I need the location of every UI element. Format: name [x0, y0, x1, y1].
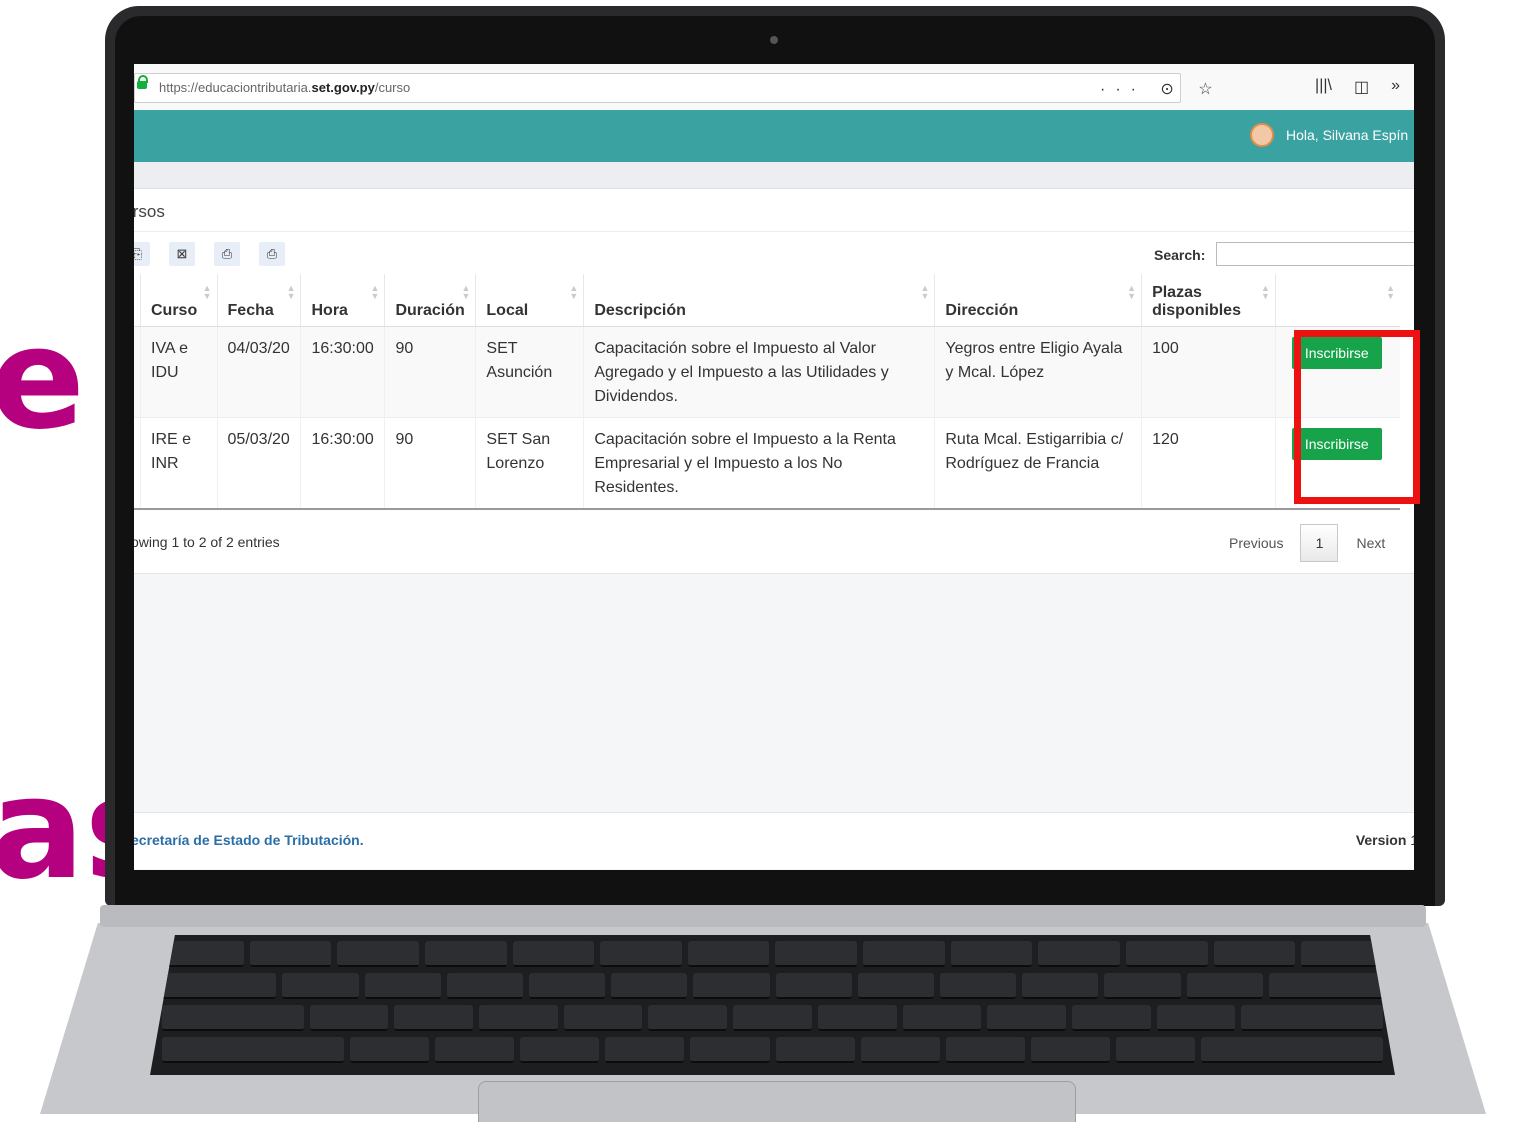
excel-export-button[interactable]: ⊠: [169, 242, 195, 266]
entries-info: owing 1 to 2 of 2 entries: [134, 534, 280, 550]
highlight-box: [1294, 330, 1420, 504]
keyboard: [150, 935, 1395, 1075]
browser-toolbar: https://educaciontributaria.set.gov.py/c…: [134, 64, 1414, 111]
column-header-plazas[interactable]: Plazas disponibles ▲ ▼: [1141, 274, 1276, 327]
excel-icon: ⊠: [176, 246, 188, 261]
table-header-row: Curso ▲ ▼ Fecha ▲ ▼ Hora ▲ ▼ Duración ▲ ▼ Local ▲…: [134, 274, 1400, 327]
copy-icon: ⎘: [134, 246, 143, 261]
column-header-action[interactable]: ▲ ▼: [1275, 274, 1400, 327]
fecha-cell: 04/03/20: [217, 326, 302, 418]
descripcion-cell: Capacitación sobre el Impuesto a la Rent…: [583, 417, 936, 510]
direccion-cell: Ruta Mcal. Estigarribia c/ Rodríguez de …: [934, 417, 1143, 510]
sidebar-icon[interactable]: ◫: [1354, 77, 1369, 97]
pdf-export-button[interactable]: ⎙: [214, 242, 240, 266]
descripcion-cell: Capacitación sobre el Impuesto al Valor …: [583, 326, 936, 418]
hora-cell: 16:30:00: [300, 326, 386, 418]
lock-icon: [137, 75, 148, 89]
footer-organization[interactable]: ecretaría de Estado de Tributación.: [134, 832, 364, 848]
previous-page-button[interactable]: Previous: [1229, 535, 1283, 551]
side-heading-fragment-1: e: [0, 298, 85, 461]
fecha-cell: 05/03/20: [217, 417, 302, 510]
footer: ecretaría de Estado de Tributación. Vers…: [134, 812, 1414, 869]
column-header-hora[interactable]: Hora ▲ ▼: [300, 274, 386, 327]
curso-cell: IVA e IDU: [140, 326, 218, 418]
divider: [134, 231, 1414, 232]
next-page-button[interactable]: Next: [1356, 535, 1385, 551]
column-header-descripcion[interactable]: Descripción ▲ ▼: [583, 274, 936, 327]
panel-title: ırsos: [134, 202, 165, 221]
app-header: Hola, Silvana Espín: [134, 110, 1414, 162]
direccion-cell: Yegros entre Eligio Ayala y Mcal. López: [934, 326, 1143, 418]
courses-panel: ırsos ⎘ ⊠ ⎙ ⎙ Search: Curso▲▼ Fecha▲▼ Ho…: [134, 189, 1414, 574]
page-actions-icons[interactable]: ··· ⊙ ☆: [1100, 79, 1223, 99]
camera-icon: [770, 36, 778, 44]
hora-cell: 16:30:00: [300, 417, 386, 510]
duracion-cell: 90: [384, 417, 477, 510]
plazas-cell: 120: [1141, 417, 1276, 510]
column-header-direccion[interactable]: Dirección ▲ ▼: [934, 274, 1143, 327]
print-icon: ⎙: [266, 246, 278, 261]
search-label: Search:: [1154, 247, 1206, 263]
page-1-button[interactable]: 1: [1300, 524, 1339, 562]
column-header-curso[interactable]: Curso ▲ ▼: [140, 274, 218, 327]
pdf-icon: ⎙: [221, 246, 233, 261]
column-header-local[interactable]: Local ▲ ▼: [475, 274, 585, 327]
laptop-hinge: [100, 905, 1426, 927]
search-input[interactable]: [1216, 242, 1414, 266]
breadcrumb-strip: [134, 162, 1414, 189]
column-header-fecha[interactable]: Fecha ▲ ▼: [217, 274, 302, 327]
browser-tool-icons: |||\ ◫ »: [1315, 77, 1400, 97]
address-bar[interactable]: https://educaciontributaria.set.gov.py/c…: [134, 73, 1213, 103]
courses-table: Curso ▲ ▼ Fecha ▲ ▼ Hora ▲ ▼ Duración ▲ ▼ Local ▲…: [134, 274, 1400, 510]
plazas-cell: 100: [1141, 326, 1276, 418]
browser-screen: https://educaciontributaria.set.gov.py/c…: [134, 64, 1414, 870]
curso-cell: IRE e INR: [140, 417, 218, 510]
column-header-duracion[interactable]: Duración ▲ ▼: [384, 274, 477, 327]
table-row: IRE e INR 05/03/20 16:30:00 90 SET San L…: [134, 417, 1400, 510]
avatar[interactable]: [1250, 123, 1274, 147]
pagination: Previous 1 Next: [1229, 524, 1385, 562]
library-icon[interactable]: |||\: [1315, 77, 1332, 97]
overflow-chevron-icon[interactable]: »: [1391, 77, 1400, 97]
table-row: IVA e IDU 04/03/20 16:30:00 90 SET Asunc…: [134, 326, 1400, 418]
laptop-base: [0, 905, 1526, 1122]
trackpad: [478, 1081, 1076, 1122]
local-cell: SET San Lorenzo: [475, 417, 585, 510]
copy-button[interactable]: ⎘: [134, 242, 150, 266]
print-button[interactable]: ⎙: [259, 242, 285, 266]
duracion-cell: 90: [384, 326, 477, 418]
footer-version: Version 1.: [1355, 832, 1414, 848]
url-text: https://educaciontributaria.set.gov.py/c…: [159, 80, 411, 95]
user-greeting[interactable]: Hola, Silvana Espín: [1286, 127, 1408, 143]
local-cell: SET Asunción: [475, 326, 585, 418]
